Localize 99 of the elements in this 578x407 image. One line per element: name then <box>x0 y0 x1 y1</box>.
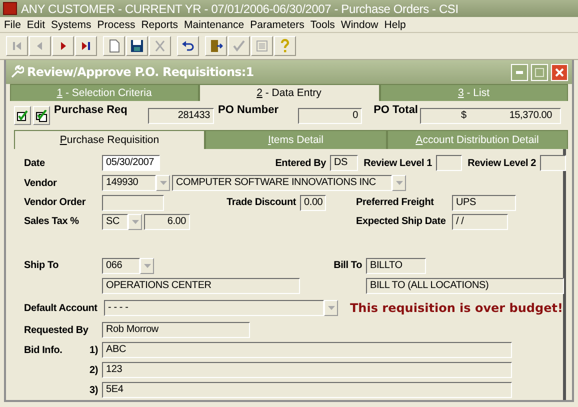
dropdown-button[interactable] <box>324 300 338 316</box>
bid-info-field[interactable]: 123 <box>102 362 512 378</box>
app-icon <box>3 2 17 15</box>
purchase-req-field[interactable]: 281433 <box>148 108 214 124</box>
field-label: PO Total <box>372 103 418 116</box>
ship-to-code-field[interactable]: 066 <box>102 258 140 274</box>
field-label: Vendor <box>24 178 58 188</box>
field-label: Review Level 2 <box>466 158 537 168</box>
child-window-title: Review/Approve P.O. Requisitions:1 <box>27 65 255 79</box>
check-icon <box>232 39 246 53</box>
warning-message: This requisition is over budget! <box>350 301 563 315</box>
caret-icon <box>144 264 150 268</box>
wrench-icon <box>10 65 24 79</box>
sales-tax-field[interactable]: 6.00 <box>144 214 190 230</box>
menu-item[interactable]: Process <box>94 18 138 30</box>
scissors-icon <box>153 39 167 53</box>
caret-icon <box>160 181 166 185</box>
po-number-field[interactable]: 0 <box>298 108 362 124</box>
field-label: Bill To <box>332 260 363 271</box>
exit-door-icon <box>209 39 223 53</box>
ship-to-name-field[interactable]: OPERATIONS CENTER <box>102 278 300 294</box>
review-level-field[interactable] <box>436 155 462 171</box>
bid-number: 1) <box>88 344 99 356</box>
default-account-field[interactable]: - - - - <box>104 300 324 316</box>
review-level-field[interactable] <box>540 155 566 171</box>
field-label: Preferred Freight <box>356 197 435 208</box>
ship-date-field[interactable]: / / <box>452 214 508 230</box>
close-icon <box>555 68 564 76</box>
bid-number: 2) <box>88 364 99 376</box>
menu-item[interactable]: Tools <box>307 18 338 30</box>
help-icon <box>278 39 292 53</box>
check-icon <box>17 110 28 121</box>
bill-to-name-field[interactable]: BILL TO (ALL LOCATIONS) <box>366 278 564 294</box>
menu-item[interactable]: Edit <box>24 18 48 30</box>
field-label: Sales Tax % <box>24 216 80 227</box>
field-label: Requested By <box>24 324 90 336</box>
menu-item[interactable]: Help <box>381 18 409 30</box>
vendor-name-field[interactable]: COMPUTER SOFTWARE INNOVATIONS INC <box>172 175 392 191</box>
po-total-value: 15,370.00 <box>509 108 552 122</box>
field-label: Vendor Order <box>24 197 87 208</box>
tab[interactable]: 2 - Data Entry <box>198 84 380 101</box>
menu-item[interactable]: Reports <box>138 18 181 30</box>
new-document-icon <box>107 39 121 53</box>
field-label: Purchase Req <box>53 103 128 116</box>
toolbar-button[interactable] <box>126 36 148 56</box>
caret-icon <box>132 220 138 224</box>
window-title: ANY CUSTOMER - CURRENT YR - 07/01/2006-06/30/2007 - Purchase Orders - CSI <box>21 2 458 16</box>
menu-item[interactable]: File <box>1 18 24 30</box>
bill-to-code-field[interactable]: BILLTO <box>366 258 426 274</box>
documents-check-icon <box>36 110 48 122</box>
dropdown-button[interactable] <box>156 175 170 191</box>
approve-button[interactable] <box>14 106 31 125</box>
dropdown-button[interactable] <box>128 214 142 230</box>
field-label: Entered By <box>274 158 327 168</box>
undo-icon <box>181 39 195 53</box>
field-label: Ship To <box>24 260 60 271</box>
field-label: Default Account <box>24 302 98 314</box>
po-total-field[interactable]: $ 15,370.00 <box>420 108 561 124</box>
maximize-icon <box>535 68 544 76</box>
field-label: Trade Discount <box>226 197 297 208</box>
first-record-icon <box>10 39 24 53</box>
field-label: Date <box>24 158 46 168</box>
tax-code-field[interactable]: SC <box>102 214 128 230</box>
tab[interactable]: Purchase Requisition <box>14 130 205 149</box>
menu-item[interactable]: Parameters <box>247 18 308 30</box>
save-icon <box>130 39 144 53</box>
copy-approve-button[interactable] <box>33 106 50 125</box>
close-button[interactable] <box>551 64 568 80</box>
toolbar-button[interactable] <box>52 36 74 56</box>
field-label: PO Number <box>217 103 280 116</box>
toolbar-button[interactable] <box>177 36 199 56</box>
document-icon <box>255 39 269 53</box>
menu-item[interactable]: Window <box>338 18 382 30</box>
caret-icon <box>328 306 334 310</box>
dropdown-button[interactable] <box>140 258 154 274</box>
requested-by-field[interactable]: Rob Morrow <box>102 322 250 338</box>
minimize-button[interactable] <box>511 64 528 80</box>
caret-icon <box>396 181 402 185</box>
field-label: Review Level 1 <box>362 158 433 168</box>
vendor-order-field[interactable] <box>102 194 164 210</box>
menu-item[interactable]: Maintenance <box>180 18 248 30</box>
preferred-freight-field[interactable]: UPS <box>452 194 516 210</box>
maximize-button[interactable] <box>531 64 548 80</box>
menu-item[interactable]: Systems <box>48 18 94 30</box>
dropdown-button[interactable] <box>392 175 406 191</box>
bid-info-field[interactable]: ABC <box>102 342 512 358</box>
field-label: Bid Info. <box>24 344 64 356</box>
bid-number: 3) <box>88 384 99 396</box>
currency-symbol: $ <box>461 108 466 122</box>
trade-discount-field[interactable]: 0.00 <box>300 194 326 210</box>
last-record-icon <box>79 39 93 53</box>
date-field[interactable]: 05/30/2007 <box>102 155 160 171</box>
field-label: Expected Ship Date <box>356 216 447 227</box>
vendor-code-field[interactable]: 149930 <box>102 175 156 191</box>
entered-by-field[interactable]: DS <box>330 155 358 171</box>
toolbar-button[interactable] <box>75 36 97 56</box>
toolbar-button[interactable] <box>205 36 227 56</box>
bid-info-field[interactable]: 5E4 <box>102 382 512 398</box>
minimize-icon <box>516 70 523 74</box>
